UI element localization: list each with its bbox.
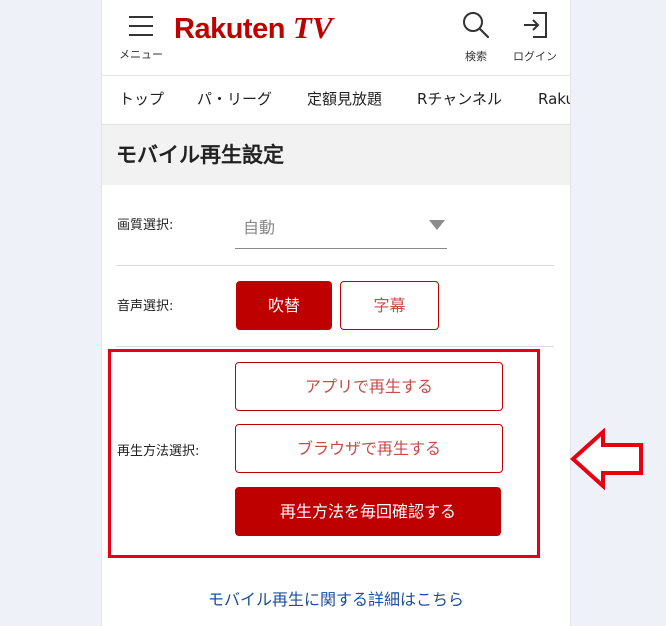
mobile-playback-details-link[interactable]: モバイル再生に関する詳細はこちら: [102, 586, 570, 610]
rakuten-tv-logo[interactable]: Rakuten TV: [174, 10, 333, 50]
nav-item-subscription[interactable]: 定額見放題: [307, 76, 382, 124]
login-label: ログイン: [513, 50, 557, 63]
page-title: モバイル再生設定: [116, 143, 284, 167]
nav-item-top[interactable]: トップ: [119, 76, 164, 124]
divider: [116, 265, 554, 266]
nav-item-pacific-league[interactable]: パ・リーグ: [197, 76, 272, 124]
category-nav: トップ パ・リーグ 定額見放題 Rチャンネル Raku: [102, 76, 570, 125]
menu-label: メニュー: [119, 48, 163, 61]
logo-text: Rakuten: [174, 13, 285, 45]
nav-item-rakuten-more[interactable]: Raku: [538, 76, 570, 124]
site-header: メニュー Rakuten TV 検索 ログイン: [102, 0, 570, 76]
menu-button[interactable]: メニュー: [114, 10, 168, 62]
chevron-down-icon: [429, 220, 445, 230]
search-label: 検索: [465, 50, 487, 63]
login-button[interactable]: ログイン: [505, 10, 565, 64]
login-icon: [524, 12, 547, 38]
logo-tv: TV: [292, 10, 333, 45]
hamburger-icon: [129, 16, 153, 36]
nav-item-r-channel[interactable]: Rチャンネル: [417, 76, 502, 124]
search-button[interactable]: 検索: [446, 10, 506, 64]
quality-selected-value: 自動: [243, 218, 276, 237]
divider: [116, 346, 554, 347]
audio-dubbed-button[interactable]: 吹替: [236, 281, 332, 330]
search-icon: [463, 12, 490, 39]
quality-label: 画質選択:: [117, 218, 174, 233]
annotation-highlight-box: [108, 349, 540, 558]
audio-label: 音声選択:: [117, 299, 174, 314]
quality-select[interactable]: 自動: [235, 204, 447, 249]
audio-subtitles-button[interactable]: 字幕: [340, 281, 439, 330]
title-bar: モバイル再生設定: [102, 125, 570, 185]
arrow-left-outline-icon: [570, 428, 643, 490]
